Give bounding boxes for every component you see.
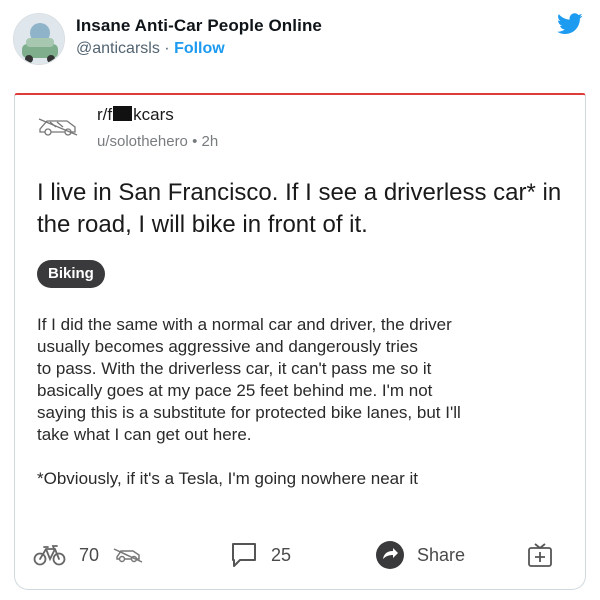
share-icon <box>376 541 404 569</box>
twitter-bird-icon[interactable] <box>557 13 583 35</box>
comment-icon <box>232 543 256 567</box>
author-handle[interactable]: @anticarsls <box>76 40 160 57</box>
subreddit-name[interactable]: r/f kcars <box>97 105 174 125</box>
post-meta: u/solothehero • 2h <box>97 133 218 150</box>
tweet-header: Insane Anti-Car People Online @anticarsl… <box>0 0 600 80</box>
post-body-footnote: *Obviously, if it's a Tesla, I'm going n… <box>37 469 418 488</box>
author-handle-row: @anticarsls · Follow <box>76 40 225 58</box>
upvote-count: 70 <box>79 544 100 565</box>
comment-button[interactable]: 25 <box>229 540 291 570</box>
subreddit-prefix: r/f <box>97 105 113 124</box>
bike-upvote-icon[interactable] <box>33 544 67 566</box>
avatar[interactable] <box>13 13 65 65</box>
reddit-post-card[interactable]: r/f kcars u/solothehero • 2h I live in Sa… <box>14 93 586 590</box>
censor-bar <box>113 106 133 121</box>
share-label: Share <box>417 544 466 565</box>
post-age: 2h <box>201 133 219 150</box>
share-button[interactable]: Share <box>375 540 465 570</box>
subreddit-suffix: kcars <box>133 105 174 124</box>
award-button[interactable] <box>527 540 553 570</box>
post-flair[interactable]: Biking <box>37 260 105 288</box>
award-icon <box>528 543 552 567</box>
follow-link[interactable]: Follow <box>174 40 225 57</box>
downvote-icon[interactable] <box>113 546 143 564</box>
post-title[interactable]: I live in San Francisco. If I see a driv… <box>37 177 577 241</box>
post-body: If I did the same with a normal car and … <box>37 314 577 490</box>
subreddit-icon <box>38 118 78 136</box>
handle-separator: · <box>164 40 170 57</box>
post-body-paragraph: If I did the same with a normal car and … <box>37 315 461 444</box>
vote-group: 70 <box>33 540 143 570</box>
author-name[interactable]: Insane Anti-Car People Online <box>76 16 322 36</box>
comment-count: 25 <box>271 544 292 565</box>
post-username[interactable]: u/solothehero <box>97 133 188 150</box>
meta-separator: • <box>192 133 198 150</box>
